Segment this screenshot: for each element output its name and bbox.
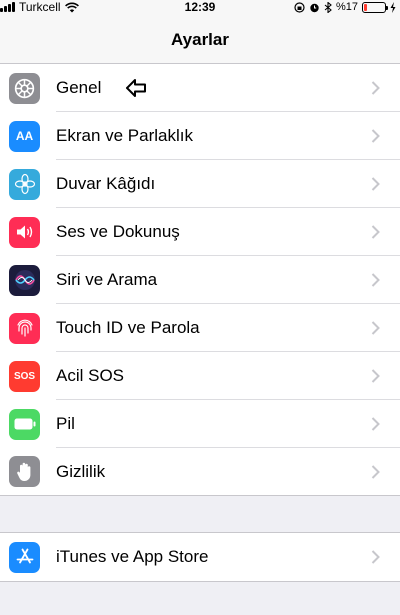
chevron-right-icon bbox=[371, 417, 380, 431]
sos-icon: SOS bbox=[9, 360, 40, 392]
nav-bar: Ayarlar bbox=[0, 14, 400, 64]
app-store-icon bbox=[9, 541, 40, 573]
chevron-right-icon bbox=[371, 273, 380, 287]
settings-row-display[interactable]: AA Ekran ve Parlaklık bbox=[0, 112, 400, 160]
settings-row-privacy[interactable]: Gizlilik bbox=[0, 448, 400, 496]
fingerprint-icon bbox=[9, 312, 40, 344]
settings-row-label: Pil bbox=[56, 414, 75, 433]
settings-row-label: Genel bbox=[56, 78, 102, 97]
speaker-icon bbox=[9, 216, 40, 248]
settings-row-siri[interactable]: Siri ve Arama bbox=[0, 256, 400, 304]
sos-glyph: SOS bbox=[13, 370, 36, 382]
privacy-hand-icon bbox=[9, 456, 40, 487]
chevron-right-icon bbox=[371, 550, 380, 564]
bluetooth-icon bbox=[324, 1, 332, 13]
chevron-right-icon bbox=[371, 321, 380, 335]
chevron-right-icon bbox=[371, 81, 380, 95]
battery-indicator bbox=[362, 1, 388, 13]
gear-icon bbox=[9, 72, 40, 104]
settings-row-general[interactable]: Genel bbox=[0, 64, 400, 112]
chevron-right-icon bbox=[371, 369, 380, 383]
settings-row-wallpaper[interactable]: Duvar Kâğıdı bbox=[0, 160, 400, 208]
orientation-lock-icon bbox=[294, 1, 305, 13]
alarm-icon bbox=[310, 3, 319, 12]
settings-row-label: Siri ve Arama bbox=[56, 270, 158, 289]
text-size-glyph: AA bbox=[15, 129, 34, 143]
settings-row-label: Acil SOS bbox=[56, 366, 125, 385]
status-bar: Turkcell 12:39 %17 bbox=[0, 0, 400, 14]
status-indicators: %17 bbox=[294, 0, 396, 14]
battery-icon bbox=[9, 408, 40, 440]
chevron-right-icon bbox=[371, 177, 380, 191]
page-title: Ayarlar bbox=[171, 30, 229, 49]
settings-group-main: Genel AA Ekran ve Parlaklık Duvar Kâğıdı… bbox=[0, 64, 400, 496]
settings-row-sounds[interactable]: Ses ve Dokunuş bbox=[0, 208, 400, 256]
settings-row-label: iTunes ve App Store bbox=[56, 547, 209, 566]
chevron-right-icon bbox=[371, 225, 380, 239]
chevron-right-icon bbox=[371, 465, 380, 479]
settings-row-label: Duvar Kâğıdı bbox=[56, 174, 156, 193]
wallpaper-flower-icon bbox=[9, 168, 40, 200]
chevron-right-icon bbox=[371, 129, 380, 143]
settings-row-itunes-app-store[interactable]: iTunes ve App Store bbox=[0, 533, 400, 581]
settings-row-label: Ekran ve Parlaklık bbox=[56, 126, 193, 145]
settings-row-emergency-sos[interactable]: SOS Acil SOS bbox=[0, 352, 400, 400]
settings-row-label: Touch ID ve Parola bbox=[56, 318, 200, 337]
settings-group-store: iTunes ve App Store bbox=[0, 532, 400, 582]
text-size-icon: AA bbox=[9, 120, 40, 152]
pointer-arrow-icon bbox=[126, 79, 146, 97]
settings-row-battery[interactable]: Pil bbox=[0, 400, 400, 448]
settings-row-label: Ses ve Dokunuş bbox=[56, 222, 180, 241]
siri-icon bbox=[9, 264, 40, 296]
charging-bolt-icon bbox=[390, 1, 396, 13]
settings-row-touch-id[interactable]: Touch ID ve Parola bbox=[0, 304, 400, 352]
settings-row-label: Gizlilik bbox=[56, 461, 106, 481]
battery-percent: %17 bbox=[335, 1, 358, 13]
